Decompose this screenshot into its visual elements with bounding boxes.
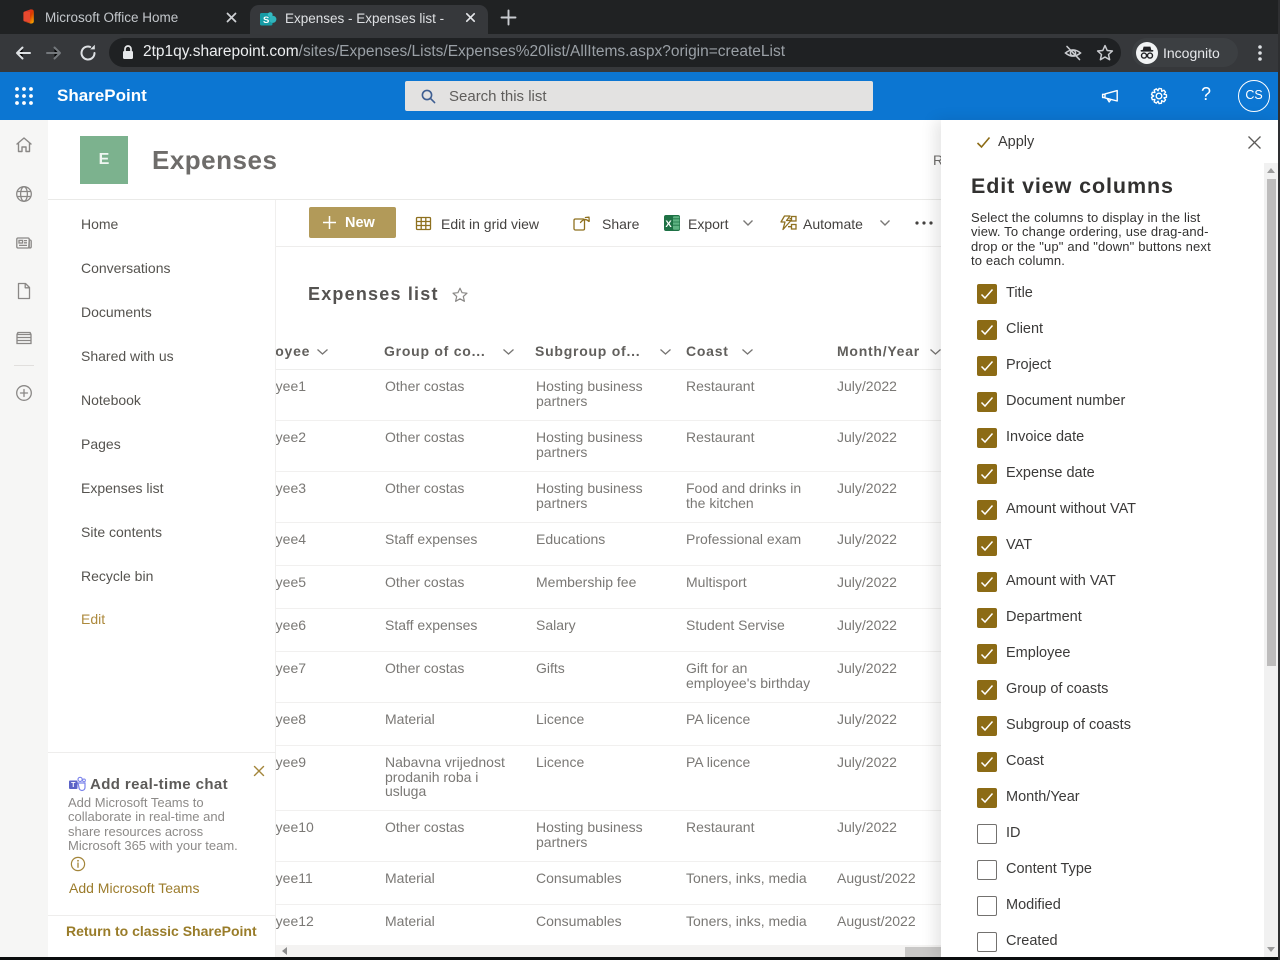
svg-text:S: S: [263, 15, 269, 26]
svg-text:T: T: [71, 782, 76, 789]
svg-text:X: X: [665, 219, 672, 230]
